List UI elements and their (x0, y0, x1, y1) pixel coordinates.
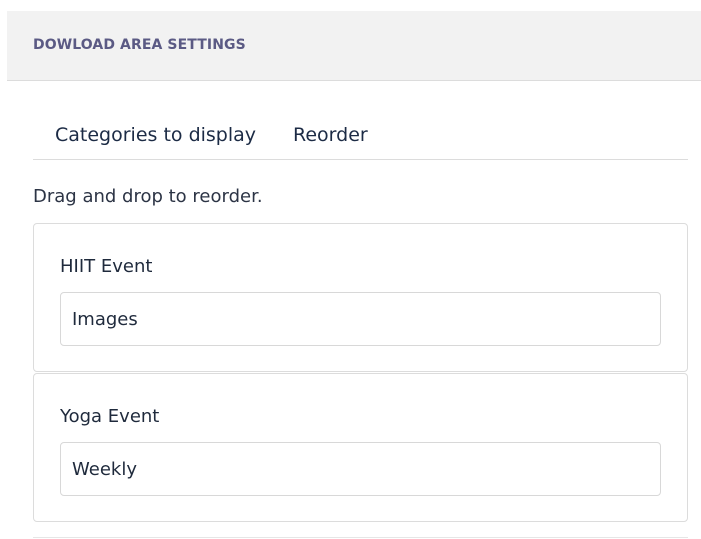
tab-bar: Categories to display Reorder (33, 110, 688, 160)
divider (33, 537, 688, 538)
header-bar: DOWLOAD AREA SETTINGS (7, 11, 701, 81)
reorder-instructions: Drag and drop to reorder. (33, 186, 263, 207)
item-value-field[interactable]: Images (60, 292, 661, 346)
item-label: Yoga Event (60, 406, 160, 427)
page-title: DOWLOAD AREA SETTINGS (33, 37, 246, 53)
item-value: Images (72, 309, 138, 330)
item-value: Weekly (72, 459, 137, 480)
tab-categories-to-display[interactable]: Categories to display (55, 124, 256, 146)
item-value-field[interactable]: Weekly (60, 442, 661, 496)
item-label: HIIT Event (60, 256, 153, 277)
settings-page: DOWLOAD AREA SETTINGS Categories to disp… (0, 0, 701, 539)
sortable-item-card[interactable]: Yoga Event Weekly (33, 373, 688, 522)
sortable-item-card[interactable]: HIIT Event Images (33, 223, 688, 372)
tab-reorder[interactable]: Reorder (293, 124, 368, 146)
